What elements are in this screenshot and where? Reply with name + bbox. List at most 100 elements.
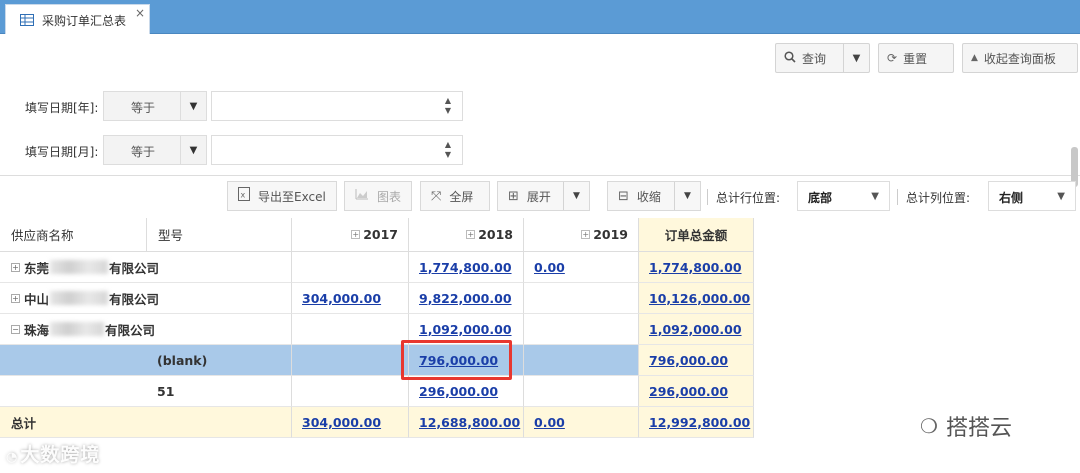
header-2019[interactable]: +2019 — [523, 218, 638, 252]
cell-2017 — [291, 345, 408, 376]
cell-total[interactable]: 796,000.00 — [638, 345, 754, 376]
pivot-table: 供应商名称 型号 +2017 +2018 +2019 订单总金额 + 东莞 有限公… — [0, 218, 1080, 473]
spinner-icon[interactable]: ▲ ▼ — [442, 96, 454, 116]
header-2017[interactable]: +2017 — [291, 218, 408, 252]
grand-total-label: 总计 — [0, 407, 291, 438]
query-label: 查询 — [802, 51, 827, 66]
collapse-panel-label: 收起查询面板 — [983, 51, 1056, 66]
export-excel-button[interactable]: x 导出至Excel — [227, 181, 337, 211]
model-cell[interactable]: 51 — [146, 376, 291, 407]
chart-button[interactable]: 图表 — [344, 181, 412, 211]
cell-total[interactable]: 12,992,800.00 — [638, 407, 754, 438]
watermark-left: ◔ 大数跨境 — [6, 444, 101, 466]
plus-square-icon[interactable]: + — [581, 230, 591, 239]
cell-2018[interactable]: 1,092,000.00 — [408, 314, 523, 345]
query-button[interactable]: 查询 ▼ — [775, 43, 870, 73]
refresh-icon: ⟳ — [887, 51, 898, 65]
filter-month-field[interactable] — [212, 136, 432, 164]
divider — [707, 189, 708, 205]
header-supplier[interactable]: 供应商名称 — [0, 218, 146, 252]
svg-text:x: x — [241, 191, 246, 200]
search-icon — [784, 50, 796, 66]
redacted-text — [50, 291, 109, 305]
table-row-selected[interactable]: (blank) 796,000.00 796,000.00 — [0, 345, 755, 376]
header-order-total[interactable]: 订单总金额 — [638, 218, 754, 252]
table-grid-icon — [20, 14, 34, 26]
tab-purchase-order-summary[interactable]: 采购订单汇总表 × — [5, 4, 150, 34]
header-model[interactable]: 型号 — [146, 218, 291, 252]
chevron-down-icon[interactable]: ▼ — [180, 136, 206, 164]
row-total-position-select[interactable]: 底部 ▼ — [797, 181, 890, 211]
cell-2018[interactable]: 12,688,800.00 — [408, 407, 523, 438]
minus-square-icon: ⊟ — [618, 188, 629, 204]
collapse-icon[interactable]: − — [11, 324, 20, 334]
plus-square-icon: ⊞ — [508, 188, 519, 204]
filter-year-field[interactable] — [212, 92, 432, 120]
cell-2019 — [523, 283, 638, 314]
cell-2017 — [291, 314, 408, 345]
collapse-panel-button[interactable]: ▲ 收起查询面板 — [962, 43, 1078, 73]
collapse-button[interactable]: ⊟ 收缩 ▼ — [607, 181, 701, 211]
row-total-position-label: 总计行位置: — [716, 191, 781, 205]
chart-icon — [355, 188, 369, 204]
redacted-text — [50, 260, 109, 274]
cell-2018[interactable]: 796,000.00 — [408, 345, 523, 376]
filter-year-operator[interactable]: 等于 ▼ — [103, 91, 207, 121]
header-2018[interactable]: +2018 — [408, 218, 523, 252]
table-row: 51 296,000.00 296,000.00 — [0, 376, 755, 407]
cell-total[interactable]: 296,000.00 — [638, 376, 754, 407]
reset-label: 重置 — [903, 51, 928, 66]
cell-total[interactable]: 1,774,800.00 — [638, 252, 754, 283]
table-row: + 东莞 有限公司 1,774,800.00 0.00 1,774,800.00 — [0, 252, 755, 283]
cell-2017[interactable]: 304,000.00 — [291, 283, 408, 314]
expand-icon[interactable]: + — [11, 262, 20, 272]
query-dropdown-icon[interactable]: ▼ — [843, 44, 869, 72]
redacted-text — [50, 322, 105, 336]
expand-icon[interactable]: + — [11, 293, 20, 303]
fullscreen-button[interactable]: ⤧ 全屏 — [420, 181, 490, 211]
chevron-down-icon: ▼ — [871, 191, 879, 202]
col-total-position-label: 总计列位置: — [906, 191, 971, 205]
grand-total-row: 总计 304,000.00 12,688,800.00 0.00 12,992,… — [0, 407, 755, 438]
supplier-cell — [0, 345, 146, 376]
cell-2018[interactable]: 9,822,000.00 — [408, 283, 523, 314]
supplier-cell[interactable]: + 中山 有限公司 — [0, 283, 291, 314]
tab-bar: 采购订单汇总表 × — [0, 0, 1080, 34]
filter-month-input[interactable]: ▲ ▼ — [211, 135, 463, 165]
expand-button[interactable]: ⊞ 展开 ▼ — [497, 181, 590, 211]
pivot-toolbar: x 导出至Excel 图表 ⤧ 全屏 ⊞ 展开 ▼ ⊟ 收缩 ▼ 总计行位置: … — [0, 177, 1080, 217]
filter-month-operator[interactable]: 等于 ▼ — [103, 135, 207, 165]
table-row: − 珠海 有限公司 1,092,000.00 1,092,000.00 — [0, 314, 755, 345]
filter-month-label: 填写日期[月]: — [25, 145, 99, 159]
supplier-cell — [0, 376, 146, 407]
cell-2017[interactable]: 304,000.00 — [291, 407, 408, 438]
plus-square-icon[interactable]: + — [466, 230, 476, 239]
cell-2019[interactable]: 0.00 — [523, 407, 638, 438]
cell-2018[interactable]: 296,000.00 — [408, 376, 523, 407]
chevron-down-icon[interactable]: ▼ — [180, 92, 206, 120]
excel-icon: x — [238, 187, 250, 205]
collapse-dropdown-icon[interactable]: ▼ — [674, 182, 700, 210]
supplier-cell[interactable]: − 珠海 有限公司 — [0, 314, 291, 345]
weibo-icon: ◔ — [6, 450, 19, 465]
supplier-cell[interactable]: + 东莞 有限公司 — [0, 252, 291, 283]
model-cell[interactable]: (blank) — [146, 345, 291, 376]
expand-dropdown-icon[interactable]: ▼ — [563, 182, 589, 210]
filter-year-input[interactable]: ▲ ▼ — [211, 91, 463, 121]
plus-square-icon[interactable]: + — [351, 230, 361, 239]
cell-2018[interactable]: 1,774,800.00 — [408, 252, 523, 283]
filter-year-label: 填写日期[年]: — [25, 101, 99, 115]
fullscreen-icon: ⤧ — [431, 188, 442, 204]
spinner-icon[interactable]: ▲ ▼ — [442, 140, 454, 160]
cell-2019[interactable]: 0.00 — [523, 252, 638, 283]
cell-total[interactable]: 1,092,000.00 — [638, 314, 754, 345]
cell-2019 — [523, 376, 638, 407]
cell-2017 — [291, 376, 408, 407]
cell-total[interactable]: 10,126,000.00 — [638, 283, 754, 314]
tab-label: 采购订单汇总表 — [42, 14, 127, 28]
reset-button[interactable]: ⟳ 重置 — [878, 43, 954, 73]
col-total-position-select[interactable]: 右侧 ▼ — [988, 181, 1076, 211]
divider — [897, 189, 898, 205]
cell-2017 — [291, 252, 408, 283]
close-icon[interactable]: × — [135, 6, 145, 20]
